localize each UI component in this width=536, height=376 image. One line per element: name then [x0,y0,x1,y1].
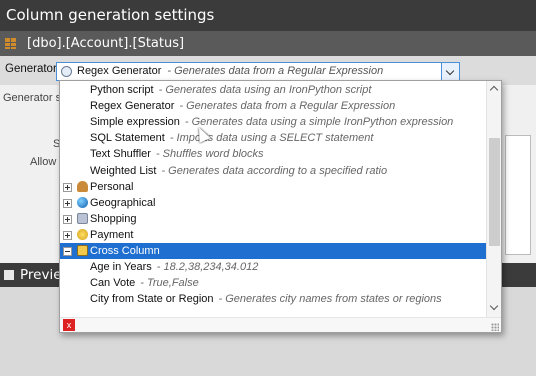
category-label: Payment [90,228,134,241]
generator-item-name: Age in Years [90,261,152,274]
generator-item-age-in-years[interactable]: Age in Years - 18.2,38,234,34.012 [60,259,486,275]
generator-item-name: SQL Statement [90,132,165,145]
expand-icon[interactable] [63,230,72,240]
generator-settings-label: Generator se [3,92,68,104]
generator-item-text: Weighted List - Generates data according … [90,163,387,179]
generator-item-text: SQL Statement - Imports data using a SELE… [90,130,373,146]
generator-item-name: Text Shuffler [90,148,151,161]
category-shopping[interactable]: Shopping [60,211,486,227]
generator-item-desc: - Shuffles word blocks [155,148,264,161]
generator-item-simple-expression[interactable]: Simple expression - Generates data using … [60,114,486,130]
expand-icon[interactable] [63,214,72,224]
generator-select[interactable]: Regex Generator - Generates data from a R… [56,62,460,81]
cross-column-icon [77,245,88,256]
generator-item-text-shuffler[interactable]: Text Shuffler - Shuffles word blocks [60,146,486,162]
generator-label: Generator: [5,63,60,75]
category-label: Personal [90,180,134,193]
category-cross-column[interactable]: Cross Column [60,243,486,259]
generator-item-text: Python script - Generates data using an I… [90,82,371,98]
generator-item-name: Simple expression [90,116,180,129]
generator-item-desc: - Generates city names from states or re… [218,293,442,306]
scroll-up-icon[interactable] [489,85,499,95]
category-label: Shopping [90,212,137,225]
generator-item-text: Simple expression - Generates data using … [90,114,453,130]
generator-item-desc: - Generates data according to a specifie… [161,164,388,177]
generator-item-name: Python script [90,84,154,96]
generator-item-text: Regex Generator - Generates data from a R… [90,98,395,114]
generator-item-desc: - Generates data using a simple IronPyth… [184,116,454,129]
generator-item-regex-generator[interactable]: Regex Generator - Generates data from a R… [60,98,486,114]
preview-icon [4,270,14,280]
category-payment[interactable]: Payment [60,227,486,243]
dropdown-scrollbar[interactable] [486,81,501,317]
regex-generator-icon [61,66,72,77]
generator-dropdown-list[interactable]: Python script - Generates data using an I… [59,80,502,333]
generator-item-desc: - 18.2,38,234,34.012 [156,261,259,274]
close-icon[interactable]: x [63,319,75,331]
generator-item-name: Weighted List [90,164,157,177]
generator-item-desc: - True,False [140,277,199,290]
coins-icon [77,228,88,240]
generator-item-text: Can Vote - True,False [90,275,199,291]
generator-selected-desc: - Generates data from a Regular Expressi… [167,65,384,77]
object-path-bar: [dbo].[Account].[Status] [0,31,536,56]
table-icon [5,38,16,49]
generator-item-desc: - Generates data using an IronPython scr… [158,84,372,96]
expand-icon[interactable] [63,182,72,192]
collapse-icon[interactable] [63,247,72,256]
generator-selected-name: Regex Generator [77,65,162,77]
resize-grip-icon[interactable] [491,323,499,331]
globe-icon [77,196,88,208]
window: Column generation settings [dbo].[Accoun… [0,0,536,376]
generator-item-city-from-state-or-region[interactable]: City from State or Region - Generates cit… [60,291,486,307]
generator-item-text: Text Shuffler - Shuffles word blocks [90,146,264,162]
category-personal[interactable]: Personal [60,179,486,195]
scroll-thumb[interactable] [489,138,500,246]
generator-item-name: Regex Generator [90,100,175,113]
generator-item-text: City from State or Region - Generates cit… [90,291,442,307]
window-title: Column generation settings [0,0,536,31]
object-path: [dbo].[Account].[Status] [27,36,185,51]
expand-icon[interactable] [63,198,72,208]
preview-label: Previe [20,267,62,283]
generator-item-python-script[interactable]: Python script - Generates data using an I… [60,82,486,98]
category-label: Geographical [90,196,156,209]
generator-item-desc: - Generates data from a Regular Expressi… [179,100,396,113]
category-label: Cross Column [90,245,160,257]
settings-textbox[interactable] [505,135,531,255]
dropdown-footer: x [60,317,501,332]
generator-item-weighted-list[interactable]: Weighted List - Generates data according … [60,163,486,179]
generator-item-name: Can Vote [90,277,136,290]
generator-item-text: Age in Years - 18.2,38,234,34.012 [90,259,258,275]
person-icon [77,180,88,192]
generator-item-sql-statement[interactable]: SQL Statement - Imports data using a SELE… [60,130,486,146]
scroll-down-icon[interactable] [489,301,499,311]
generator-item-name: City from State or Region [90,293,214,306]
generator-item-can-vote[interactable]: Can Vote - True,False [60,275,486,291]
dropdown-arrow-icon[interactable] [441,63,459,80]
category-geographical[interactable]: Geographical [60,195,486,211]
shopping-icon [77,212,88,224]
